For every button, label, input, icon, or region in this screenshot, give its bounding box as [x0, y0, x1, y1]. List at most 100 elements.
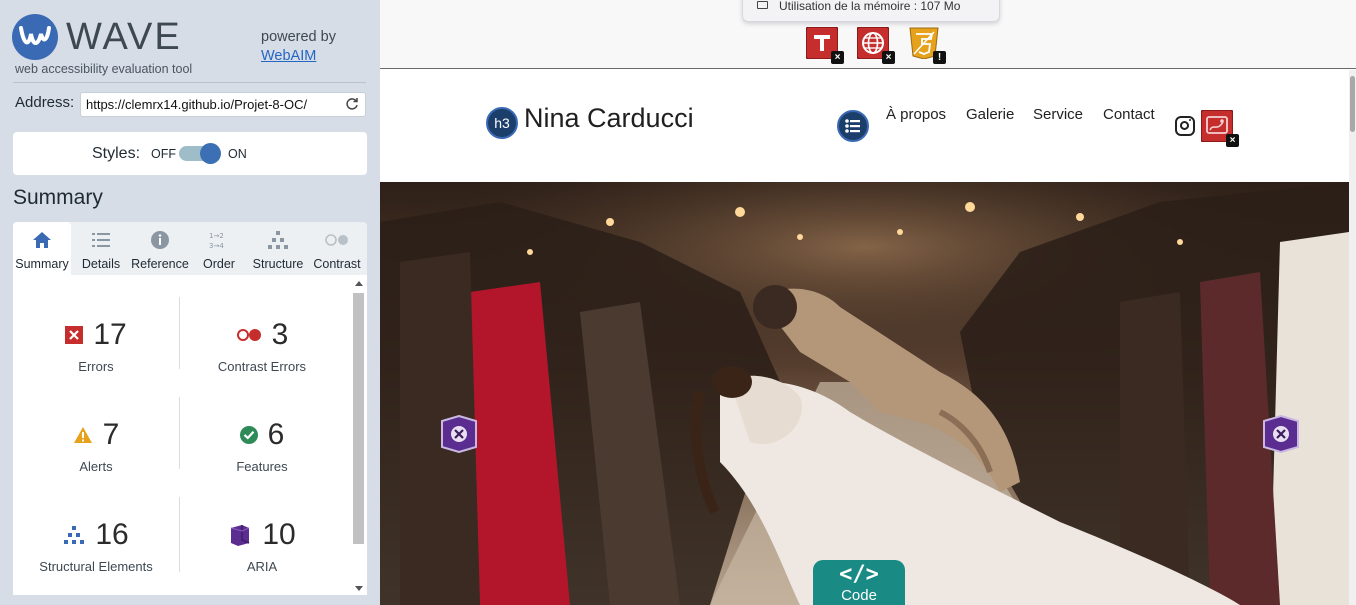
carousel-next-button[interactable]	[1262, 414, 1300, 454]
scroll-down-arrow-icon[interactable]	[355, 586, 363, 591]
wave-logo-icon	[12, 14, 58, 60]
instagram-icon[interactable]	[1175, 116, 1195, 136]
tab-reference[interactable]: Reference	[131, 222, 189, 275]
styles-off-label: OFF	[151, 147, 176, 161]
stat-structural-elements[interactable]: 16 Structural Elements	[13, 517, 179, 574]
tab-label: Contrast	[313, 257, 361, 271]
site-header: h3 Nina Carducci À propos Galerie Servic…	[380, 70, 1356, 182]
close-icon: ×	[1226, 134, 1239, 147]
site-title: Nina Carducci	[524, 103, 694, 133]
wave-tabs: Summary Details Reference 1→2 3→4 Order	[13, 222, 367, 275]
page-scroll-thumb[interactable]	[1350, 76, 1355, 132]
panel-scrollbar[interactable]	[353, 279, 365, 593]
nav-link-galerie[interactable]: Galerie	[966, 106, 1014, 123]
webaim-link[interactable]: WebAIM	[261, 47, 336, 66]
code-label: Code	[841, 587, 877, 604]
order-icon: 1→2 3→4	[209, 232, 224, 250]
errors-label: Errors	[78, 359, 114, 374]
structure-icon	[64, 526, 85, 544]
home-icon	[33, 232, 51, 248]
memory-tooltip: Utilisation de la mémoire : 107 Mo	[742, 0, 1000, 22]
close-icon: ×	[831, 51, 844, 64]
code-icon: </>	[839, 562, 879, 587]
nav-link-service[interactable]: Service	[1033, 106, 1083, 123]
features-count: 6	[267, 418, 285, 451]
alert-html5-icon[interactable]: !	[908, 27, 946, 64]
memory-icon	[757, 1, 768, 9]
powered-by-text: powered by	[261, 29, 336, 45]
tab-label: Reference	[131, 257, 189, 271]
nav-link-apropos[interactable]: À propos	[886, 106, 946, 123]
stat-alerts[interactable]: 7 Alerts	[13, 417, 179, 474]
hero-carousel-image[interactable]	[380, 182, 1349, 605]
close-icon: ×	[882, 51, 895, 64]
wave-sidebar: WAVE web accessibility evaluation tool p…	[0, 0, 380, 605]
summary-heading: Summary	[13, 186, 103, 209]
contrast-errors-count: 3	[271, 318, 289, 351]
warning-icon: !	[933, 51, 946, 64]
heading-h3-icon[interactable]: h3	[486, 107, 518, 139]
tab-contrast[interactable]: Contrast	[308, 222, 366, 275]
memory-tooltip-text: Utilisation de la mémoire : 107 Mo	[779, 0, 961, 13]
contrast-error-icon	[236, 329, 261, 341]
alerts-label: Alerts	[79, 459, 113, 474]
divider	[13, 82, 366, 83]
stat-aria[interactable]: 10 ARIA	[179, 517, 345, 574]
nav-link-contact[interactable]: Contact	[1103, 106, 1155, 123]
address-label: Address:	[15, 94, 75, 111]
structural-label: Structural Elements	[39, 559, 153, 574]
contrast-errors-label: Contrast Errors	[217, 359, 307, 374]
scroll-thumb[interactable]	[353, 293, 364, 544]
aria-count: 10	[262, 518, 296, 551]
tab-label: Details	[81, 257, 121, 271]
errors-count: 17	[93, 318, 127, 351]
styles-label: Styles:	[92, 145, 141, 162]
wave-tagline: web accessibility evaluation tool	[15, 62, 193, 76]
structure-icon	[268, 231, 288, 249]
tab-summary[interactable]: Summary	[13, 222, 71, 275]
styles-toggle[interactable]	[179, 143, 221, 164]
carousel-prev-button[interactable]	[440, 414, 478, 454]
error-image-alt-icon[interactable]: ×	[1200, 109, 1239, 147]
error-language-icon[interactable]: ×	[856, 26, 895, 64]
aria-label: ARIA	[246, 559, 278, 574]
alert-icon	[73, 427, 92, 443]
error-text-icon[interactable]: ×	[805, 26, 844, 64]
summary-panel: 17 Errors 3 Contrast Errors 7 Alerts 6 F…	[13, 275, 367, 595]
tab-order[interactable]: 1→2 3→4 Order	[190, 222, 248, 275]
reload-icon[interactable]	[345, 97, 359, 111]
stat-contrast-errors[interactable]: 3 Contrast Errors	[179, 317, 345, 374]
alerts-count: 7	[102, 418, 120, 451]
tab-structure[interactable]: Structure	[249, 222, 307, 275]
stat-errors[interactable]: 17 Errors	[13, 317, 179, 374]
features-label: Features	[236, 459, 288, 474]
wave-logo-text: WAVE	[66, 16, 182, 58]
page-scrollbar[interactable]	[1349, 70, 1356, 605]
code-toggle-button[interactable]: </> Code	[813, 560, 905, 605]
svg-text:1→2: 1→2	[209, 232, 224, 240]
styles-toggle-box: Styles: OFF ON	[13, 132, 367, 175]
contrast-icon	[325, 234, 348, 246]
tab-label: Order	[203, 257, 235, 271]
error-icon	[65, 326, 84, 344]
address-input[interactable]: https://clemrx14.github.io/Projet-8-OC/	[80, 92, 366, 117]
toggle-knob	[200, 143, 221, 164]
list-structure-icon[interactable]	[837, 110, 869, 142]
stat-features[interactable]: 6 Features	[179, 417, 345, 474]
styles-on-label: ON	[228, 147, 247, 161]
scroll-up-arrow-icon[interactable]	[355, 281, 363, 286]
preview-top-strip: Utilisation de la mémoire : 107 Mo × × !	[380, 0, 1356, 69]
list-icon	[92, 233, 110, 247]
tab-label: Structure	[252, 257, 304, 271]
svg-text:3→4: 3→4	[209, 242, 224, 250]
address-bar: Address: https://clemrx14.github.io/Proj…	[14, 92, 366, 117]
page-preview: Utilisation de la mémoire : 107 Mo × × !…	[380, 0, 1356, 605]
tab-details[interactable]: Details	[72, 222, 130, 275]
info-icon	[151, 231, 169, 249]
aria-icon	[231, 525, 250, 546]
check-icon	[239, 426, 258, 444]
powered-by: powered by WebAIM	[261, 28, 336, 66]
wave-logo: WAVE web accessibility evaluation tool p…	[12, 12, 372, 80]
structural-count: 16	[95, 518, 129, 551]
tab-label: Summary	[15, 257, 69, 271]
